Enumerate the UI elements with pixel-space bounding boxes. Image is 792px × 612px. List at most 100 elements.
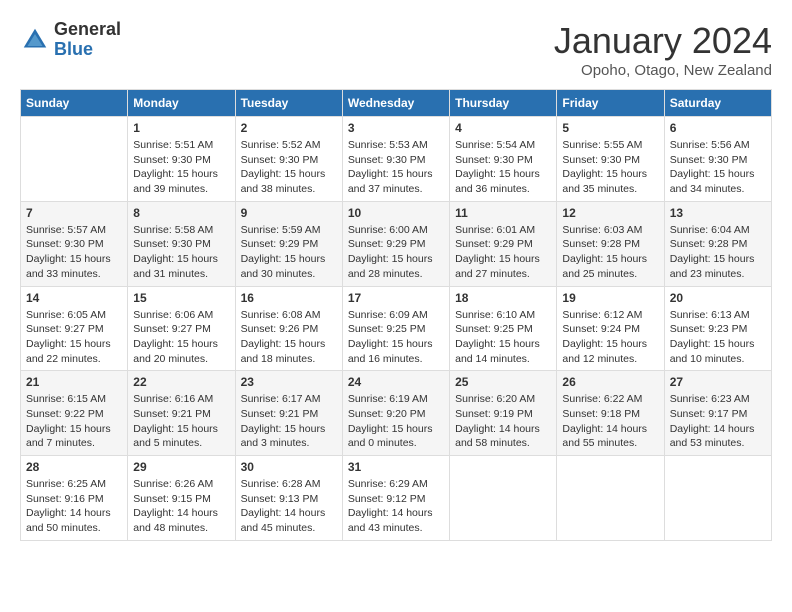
day-number: 1 [133,121,229,135]
day-number: 13 [670,206,766,220]
calendar-cell [450,456,557,541]
day-number: 17 [348,291,444,305]
calendar-cell: 16 Sunrise: 6:08 AM Sunset: 9:26 PM Dayli… [235,286,342,371]
calendar-cell: 24Sunrise: 6:19 AM Sunset: 9:20 PM Dayli… [342,371,449,456]
day-number: 11 [455,206,551,220]
calendar-cell: 17 Sunrise: 6:09 AM Sunset: 9:25 PM Dayli… [342,286,449,371]
column-header-monday: Monday [128,90,235,117]
calendar-cell: 23Sunrise: 6:17 AM Sunset: 9:21 PM Dayli… [235,371,342,456]
day-info: Sunrise: 6:05 AM Sunset: 9:27 PM Dayligh… [26,308,122,367]
day-info: Sunrise: 5:51 AM Sunset: 9:30 PM Dayligh… [133,138,229,197]
day-info: Sunrise: 6:29 AM Sunset: 9:12 PM Dayligh… [348,477,444,536]
title-block: January 2024 Opoho, Otago, New Zealand [554,20,772,79]
day-info: Sunrise: 6:16 AM Sunset: 9:21 PM Dayligh… [133,392,229,451]
column-header-friday: Friday [557,90,664,117]
day-info: Sunrise: 5:55 AM Sunset: 9:30 PM Dayligh… [562,138,658,197]
day-info: Sunrise: 5:52 AM Sunset: 9:30 PM Dayligh… [241,138,337,197]
day-number: 18 [455,291,551,305]
day-number: 30 [241,460,337,474]
calendar-cell: 6 Sunrise: 5:56 AM Sunset: 9:30 PM Daylig… [664,117,771,202]
column-header-wednesday: Wednesday [342,90,449,117]
logo: General Blue [20,20,121,60]
day-number: 2 [241,121,337,135]
day-info: Sunrise: 6:15 AM Sunset: 9:22 PM Dayligh… [26,392,122,451]
column-header-tuesday: Tuesday [235,90,342,117]
location: Opoho, Otago, New Zealand [554,62,772,79]
calendar-cell: 8Sunrise: 5:58 AM Sunset: 9:30 PM Daylig… [128,201,235,286]
day-info: Sunrise: 6:13 AM Sunset: 9:23 PM Dayligh… [670,308,766,367]
day-number: 25 [455,375,551,389]
calendar-cell: 9 Sunrise: 5:59 AM Sunset: 9:29 PM Daylig… [235,201,342,286]
day-number: 27 [670,375,766,389]
logo-blue: Blue [54,40,121,60]
logo-general: General [54,20,121,40]
calendar-cell: 30 Sunrise: 6:28 AM Sunset: 9:13 PM Dayli… [235,456,342,541]
day-number: 8 [133,206,229,220]
day-info: Sunrise: 5:59 AM Sunset: 9:29 PM Dayligh… [241,223,337,282]
column-header-sunday: Sunday [21,90,128,117]
calendar-cell: 20 Sunrise: 6:13 AM Sunset: 9:23 PM Dayli… [664,286,771,371]
day-info: Sunrise: 6:09 AM Sunset: 9:25 PM Dayligh… [348,308,444,367]
calendar-cell: 10 Sunrise: 6:00 AM Sunset: 9:29 PM Dayli… [342,201,449,286]
day-info: Sunrise: 6:04 AM Sunset: 9:28 PM Dayligh… [670,223,766,282]
calendar-cell: 11Sunrise: 6:01 AM Sunset: 9:29 PM Dayli… [450,201,557,286]
calendar-week-1: 1 Sunrise: 5:51 AM Sunset: 9:30 PM Daylig… [21,117,772,202]
day-info: Sunrise: 6:25 AM Sunset: 9:16 PM Dayligh… [26,477,122,536]
day-info: Sunrise: 6:22 AM Sunset: 9:18 PM Dayligh… [562,392,658,451]
calendar-cell [21,117,128,202]
day-number: 16 [241,291,337,305]
calendar-cell: 13 Sunrise: 6:04 AM Sunset: 9:28 PM Dayli… [664,201,771,286]
calendar-cell: 25 Sunrise: 6:20 AM Sunset: 9:19 PM Dayli… [450,371,557,456]
calendar-cell: 22Sunrise: 6:16 AM Sunset: 9:21 PM Dayli… [128,371,235,456]
day-number: 15 [133,291,229,305]
calendar-cell: 19 Sunrise: 6:12 AM Sunset: 9:24 PM Dayli… [557,286,664,371]
day-number: 7 [26,206,122,220]
calendar-cell: 7 Sunrise: 5:57 AM Sunset: 9:30 PM Daylig… [21,201,128,286]
calendar-body: 1 Sunrise: 5:51 AM Sunset: 9:30 PM Daylig… [21,117,772,541]
day-number: 20 [670,291,766,305]
day-info: Sunrise: 5:57 AM Sunset: 9:30 PM Dayligh… [26,223,122,282]
day-info: Sunrise: 6:26 AM Sunset: 9:15 PM Dayligh… [133,477,229,536]
day-info: Sunrise: 6:19 AM Sunset: 9:20 PM Dayligh… [348,392,444,451]
calendar-week-3: 14 Sunrise: 6:05 AM Sunset: 9:27 PM Dayli… [21,286,772,371]
day-info: Sunrise: 6:10 AM Sunset: 9:25 PM Dayligh… [455,308,551,367]
day-number: 21 [26,375,122,389]
day-number: 29 [133,460,229,474]
calendar-cell [557,456,664,541]
day-info: Sunrise: 6:03 AM Sunset: 9:28 PM Dayligh… [562,223,658,282]
column-header-saturday: Saturday [664,90,771,117]
calendar-cell: 21 Sunrise: 6:15 AM Sunset: 9:22 PM Dayli… [21,371,128,456]
calendar-table: SundayMondayTuesdayWednesdayThursdayFrid… [20,89,772,541]
logo-text: General Blue [54,20,121,60]
day-number: 28 [26,460,122,474]
day-info: Sunrise: 6:28 AM Sunset: 9:13 PM Dayligh… [241,477,337,536]
day-number: 10 [348,206,444,220]
day-info: Sunrise: 6:06 AM Sunset: 9:27 PM Dayligh… [133,308,229,367]
calendar-week-4: 21 Sunrise: 6:15 AM Sunset: 9:22 PM Dayli… [21,371,772,456]
day-number: 3 [348,121,444,135]
day-number: 5 [562,121,658,135]
calendar-week-2: 7 Sunrise: 5:57 AM Sunset: 9:30 PM Daylig… [21,201,772,286]
calendar-cell: 1 Sunrise: 5:51 AM Sunset: 9:30 PM Daylig… [128,117,235,202]
day-info: Sunrise: 5:56 AM Sunset: 9:30 PM Dayligh… [670,138,766,197]
day-info: Sunrise: 6:20 AM Sunset: 9:19 PM Dayligh… [455,392,551,451]
calendar-cell: 15 Sunrise: 6:06 AM Sunset: 9:27 PM Dayli… [128,286,235,371]
calendar-cell: 14 Sunrise: 6:05 AM Sunset: 9:27 PM Dayli… [21,286,128,371]
calendar-cell: 18 Sunrise: 6:10 AM Sunset: 9:25 PM Dayli… [450,286,557,371]
day-number: 6 [670,121,766,135]
day-info: Sunrise: 5:54 AM Sunset: 9:30 PM Dayligh… [455,138,551,197]
day-number: 4 [455,121,551,135]
day-number: 12 [562,206,658,220]
day-number: 14 [26,291,122,305]
calendar-week-5: 28 Sunrise: 6:25 AM Sunset: 9:16 PM Dayli… [21,456,772,541]
calendar-cell: 26Sunrise: 6:22 AM Sunset: 9:18 PM Dayli… [557,371,664,456]
day-info: Sunrise: 6:23 AM Sunset: 9:17 PM Dayligh… [670,392,766,451]
day-number: 9 [241,206,337,220]
page-header: General Blue January 2024 Opoho, Otago, … [20,20,772,79]
calendar-header-row: SundayMondayTuesdayWednesdayThursdayFrid… [21,90,772,117]
day-info: Sunrise: 6:08 AM Sunset: 9:26 PM Dayligh… [241,308,337,367]
day-number: 19 [562,291,658,305]
calendar-cell: 12 Sunrise: 6:03 AM Sunset: 9:28 PM Dayli… [557,201,664,286]
day-info: Sunrise: 6:12 AM Sunset: 9:24 PM Dayligh… [562,308,658,367]
day-info: Sunrise: 6:00 AM Sunset: 9:29 PM Dayligh… [348,223,444,282]
